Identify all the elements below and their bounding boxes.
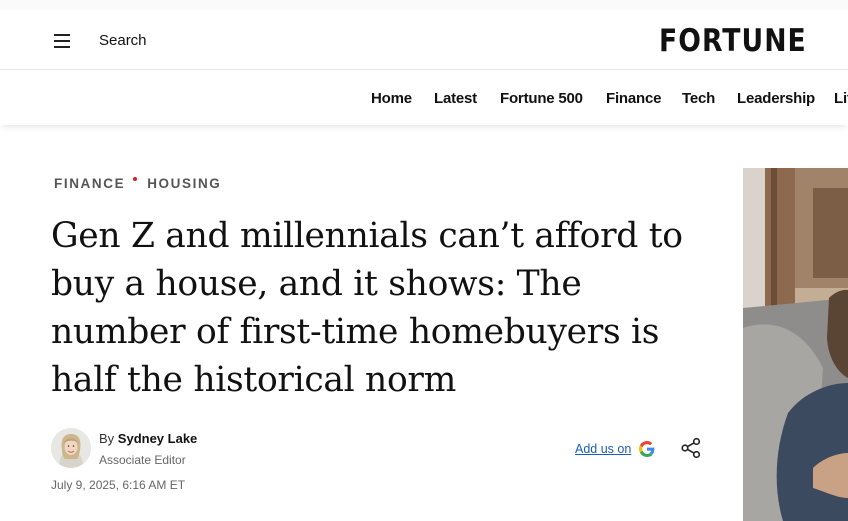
author-avatar[interactable] — [51, 428, 91, 468]
google-g-icon — [639, 441, 655, 457]
category-separator-dot — [133, 177, 138, 181]
fortune-logo[interactable]: FORTUNE — [659, 22, 807, 60]
category-housing-link[interactable]: HOUSING — [147, 176, 221, 191]
hero-image — [743, 168, 848, 521]
byline-prefix: By — [99, 431, 115, 446]
search-button[interactable]: Search — [99, 32, 147, 50]
author-name-link[interactable]: Sydney Lake — [118, 431, 198, 446]
author-title: Associate Editor — [99, 453, 186, 467]
byline: By Sydney Lake — [99, 431, 197, 447]
main-nav: Home Latest Fortune 500 Finance Tech Lea… — [0, 70, 848, 125]
publish-date: July 9, 2025, 6:16 AM ET — [51, 478, 186, 492]
nav-item-tech[interactable]: Tech — [682, 90, 715, 108]
nav-item-fortune-500[interactable]: Fortune 500 — [500, 90, 583, 108]
nav-item-home[interactable]: Home — [371, 90, 412, 108]
share-icon[interactable] — [680, 437, 702, 459]
article-headline: Gen Z and millennials can’t afford to bu… — [51, 216, 683, 400]
add-us-on-label: Add us on — [575, 442, 632, 456]
category-finance-link[interactable]: FINANCE — [54, 176, 125, 191]
top-strip — [0, 0, 848, 10]
nav-item-lifestyle[interactable]: Lif — [834, 90, 848, 108]
hamburger-menu-icon[interactable] — [52, 32, 72, 48]
category-breadcrumb: FINANCE HOUSING — [54, 176, 221, 192]
nav-item-leadership[interactable]: Leadership — [737, 90, 815, 108]
nav-item-finance[interactable]: Finance — [606, 90, 661, 108]
site-header: Search FORTUNE — [0, 0, 848, 70]
add-us-on-google-button[interactable]: Add us on — [575, 440, 655, 458]
nav-item-latest[interactable]: Latest — [434, 90, 477, 108]
